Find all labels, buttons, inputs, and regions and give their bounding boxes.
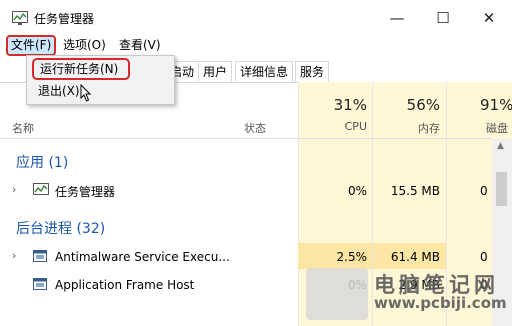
service-icon (33, 278, 47, 290)
cpu-value: 0% (347, 184, 367, 198)
column-disk[interactable]: 磁盘 (448, 120, 512, 136)
expand-chevron-icon[interactable]: › (12, 183, 16, 196)
column-name[interactable]: 名称 (12, 120, 34, 136)
menu-view[interactable]: 查看(V) (116, 37, 164, 54)
disk-percent[interactable]: 91% (448, 96, 512, 114)
menu-options[interactable]: 选项(O) (60, 37, 109, 54)
process-name: Antimalware Service Execu... (55, 250, 230, 264)
expand-chevron-icon[interactable]: › (12, 249, 16, 262)
memory-value: 61.4 MB (390, 250, 440, 264)
menu-file[interactable]: 文件(F) (6, 35, 57, 56)
service-icon (33, 250, 47, 262)
watermark-logo (306, 268, 368, 320)
close-icon: ✕ (482, 9, 496, 27)
process-name: 任务管理器 (55, 185, 116, 199)
watermark-url: www.pcbiji.com (374, 294, 507, 312)
column-status[interactable]: 状态 (244, 120, 266, 136)
close-button[interactable]: ✕ (466, 0, 512, 36)
column-cpu[interactable]: CPU (300, 120, 367, 133)
scrollbar-thumb[interactable] (496, 172, 507, 206)
process-name: Application Frame Host (55, 278, 195, 292)
group-header-background[interactable]: 后台进程 (32) (16, 218, 105, 238)
minimize-button[interactable]: — (374, 0, 420, 36)
maximize-icon: ☐ (436, 9, 450, 27)
memory-value: 15.5 MB (390, 184, 440, 198)
memory-percent[interactable]: 56% (374, 96, 440, 114)
scroll-up-icon[interactable]: ▲ (497, 141, 504, 151)
task-manager-icon (33, 183, 49, 195)
header-separator (0, 138, 492, 139)
tab-details[interactable]: 详细信息 (235, 61, 294, 82)
mouse-cursor-icon (80, 84, 92, 102)
window-title: 任务管理器 (34, 12, 95, 26)
group-header-apps[interactable]: 应用 (1) (16, 152, 68, 172)
cpu-percent[interactable]: 31% (300, 96, 367, 114)
minimize-icon: — (389, 9, 405, 27)
cpu-value: 2.5% (336, 250, 368, 264)
tab-services[interactable]: 服务 (295, 61, 330, 82)
tab-users[interactable]: 用户 (198, 61, 233, 82)
menu-item-exit[interactable]: 退出(X) (38, 82, 80, 99)
menu-item-run-new-task[interactable]: 运行新任务(N) (32, 58, 130, 80)
task-manager-icon (12, 11, 28, 25)
maximize-button[interactable]: ☐ (420, 0, 466, 36)
column-memory[interactable]: 内存 (374, 120, 440, 136)
